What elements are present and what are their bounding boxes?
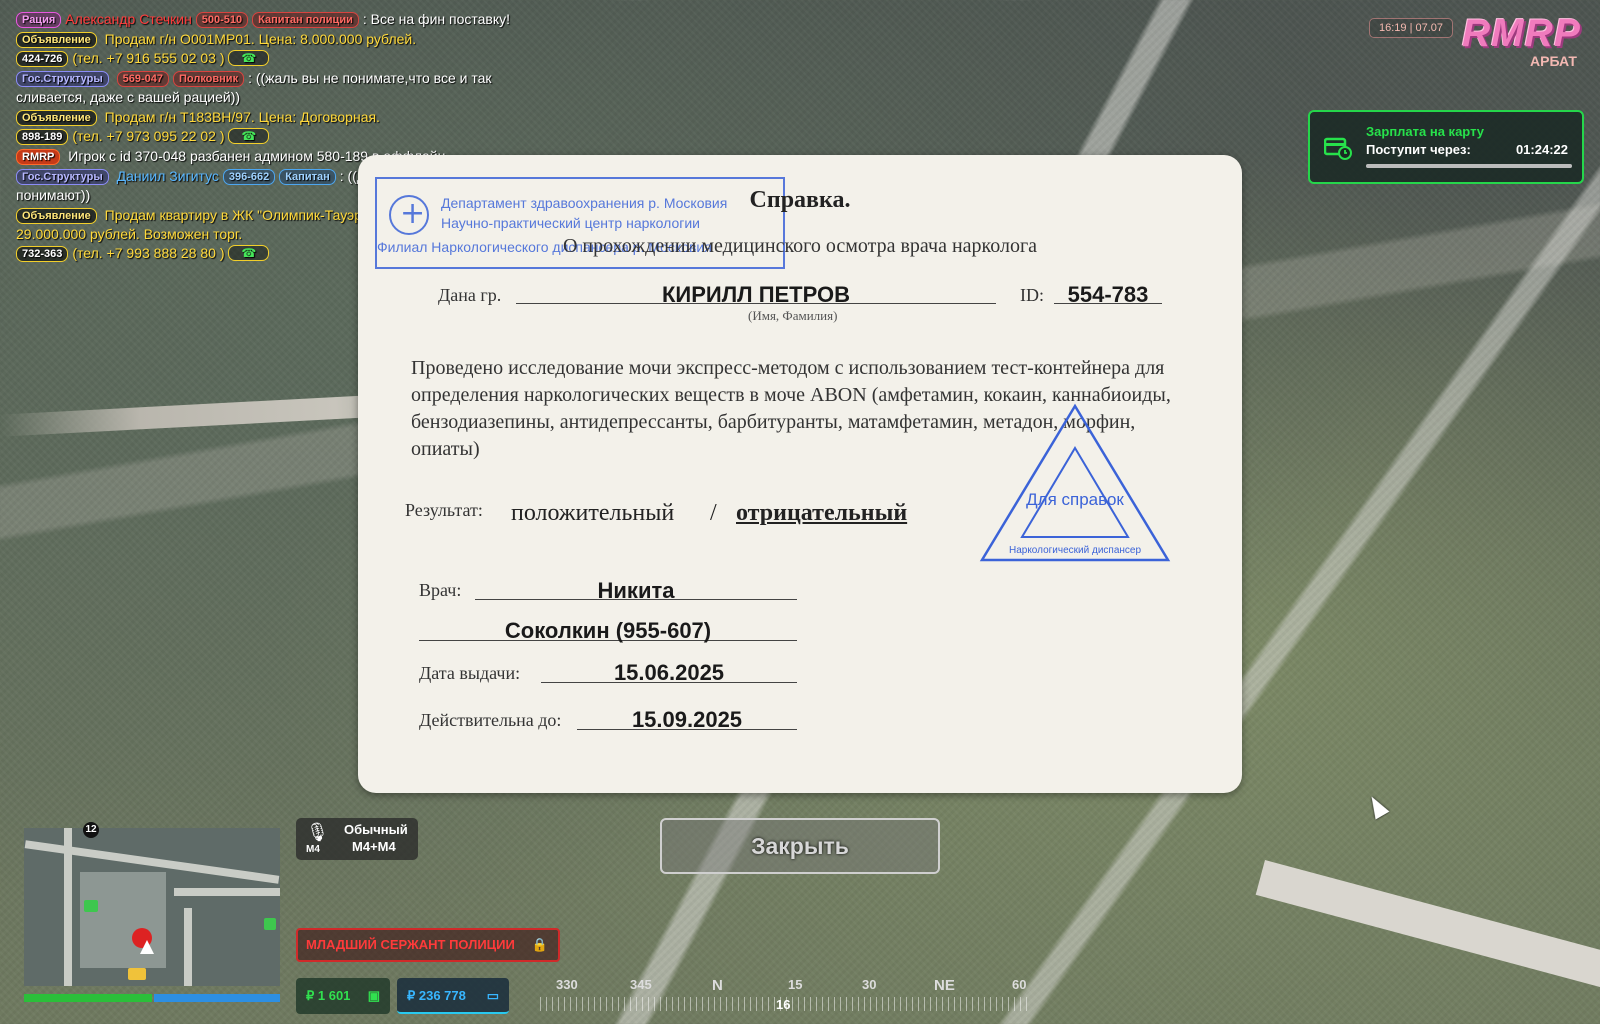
wallet-clock-icon [1324, 137, 1352, 160]
valid-until: 15.09.2025 [631, 707, 743, 732]
chat-tag: Гос.Структуры [16, 169, 109, 185]
lock-icon: 🔒 [531, 937, 548, 952]
map-road [64, 828, 72, 986]
compass-label: 15 [788, 977, 803, 992]
chat-author: Даниил Зигитус [116, 168, 219, 184]
chat-message: Объявление Продам г/н Т183ВН/97. Цена: Д… [16, 108, 536, 146]
id-card-icon [128, 968, 146, 980]
phone-call-icon[interactable]: ☎ [228, 245, 270, 261]
server-logo: RMRP [1462, 12, 1581, 55]
armor-bar [154, 994, 280, 1002]
card-icon: ▭ [486, 988, 499, 1003]
health-bar [24, 994, 152, 1002]
doctor-label: Врач: [419, 580, 462, 600]
result-positive: положительный [511, 500, 675, 526]
player-arrow-icon [140, 940, 154, 954]
chat-phone-id: 732-363 [16, 246, 69, 262]
voice-key: M4 [306, 844, 320, 855]
id-label: ID: [1020, 285, 1044, 305]
chat-text: : Все на фин поставку! [362, 11, 511, 27]
rank-label: МЛАДШИЙ СЕРЖАНТ ПОЛИЦИИ [306, 937, 515, 952]
chat-rank: Полковник [172, 71, 245, 87]
doctor-first-name: Никита [597, 578, 675, 603]
cash-amount: ₽ 1 601 [306, 988, 351, 1003]
chat-player-id: 396-662 [222, 169, 276, 185]
chat-tag: Объявление [16, 110, 97, 126]
document-subtitle: О прохождении медицинского осмотра врача… [562, 235, 1038, 257]
name-hint: (Имя, Фамилия) [748, 308, 838, 323]
compass: 330 345 N 15 30 NE 60 16 [540, 975, 1030, 1015]
chat-rank: Капитан полиции [252, 12, 359, 28]
wallet-icon: ▣ [367, 988, 380, 1003]
compass-label: 345 [630, 977, 652, 992]
chat-tag: RMRP [16, 149, 61, 165]
voice-mode-panel: 🎙 M4 Обычный M4+M4 [296, 818, 418, 860]
result-separator: / [710, 500, 717, 526]
map-zoom-badge: 12 [83, 822, 99, 838]
chat-tag: Рация [16, 12, 62, 28]
chat-phone-id: 424-726 [16, 51, 69, 67]
chat-message: Объявление Продам г/н О001МР01. Цена: 8.… [16, 30, 536, 68]
compass-label: 60 [1012, 977, 1027, 992]
server-name: АРБАТ [1530, 53, 1577, 69]
chat-tag: Объявление [16, 208, 97, 224]
chat-phone-id: 898-189 [16, 129, 69, 145]
cash-balance: ₽ 1 601 ▣ [296, 978, 390, 1014]
chat-player-id: 500-510 [195, 12, 249, 28]
document-title: Справка. [749, 187, 851, 213]
chat-tag: Гос.Структуры [16, 71, 109, 87]
bank-amount: ₽ 236 778 [407, 988, 466, 1003]
doctor-last-name: Соколкин (955-607) [504, 618, 712, 643]
chat-phone: (тел. +7 993 888 28 80 ) [72, 245, 225, 261]
phone-call-icon[interactable]: ☎ [228, 128, 270, 144]
voice-mode: Обычный [344, 822, 408, 837]
map-road [184, 908, 192, 986]
salary-panel: Зарплата на карту Поступит через: 01:24:… [1308, 110, 1584, 184]
patient-id: 554-783 [1067, 282, 1149, 307]
valid-until-label: Действительна до: [419, 710, 562, 730]
chat-message: Рация Александр Стечкин 500-510 Капитан по… [16, 10, 536, 29]
bag-icon [84, 900, 98, 912]
issue-date-label: Дата выдачи: [419, 663, 521, 683]
triangle-stamp: Для справок Наркологический диспансер [978, 400, 1172, 570]
bank-balance: ₽ 236 778 ▭ [397, 978, 509, 1014]
salary-timer: 01:24:22 [1515, 142, 1568, 157]
rank-badge: МЛАДШИЙ СЕРЖАНТ ПОЛИЦИИ 🔒 [296, 928, 560, 962]
salary-label: Поступит через: [1366, 142, 1471, 157]
phone-call-icon[interactable]: ☎ [228, 50, 270, 66]
stamp-line: Научно-практический центр наркологии [441, 215, 701, 231]
close-button[interactable]: Закрыть [660, 818, 940, 874]
chat-author: Александр Стечкин [65, 11, 192, 27]
map-road [174, 888, 280, 896]
voice-keys: M4+M4 [352, 839, 396, 854]
compass-label: NE [934, 977, 955, 994]
microphone-icon: 🎙 [306, 822, 329, 842]
salary-progress [1366, 164, 1572, 168]
triangle-stamp-text: Для справок [1026, 490, 1124, 509]
chat-text: Продам г/н О001МР01. Цена: 8.000.000 руб… [104, 31, 417, 47]
triangle-stamp-bottom: Наркологический диспансер [1008, 545, 1142, 556]
chat-player-id: 569-047 [116, 71, 169, 87]
salary-title: Зарплата на карту [1366, 124, 1484, 139]
patient-name: КИРИЛЛ ПЕТРОВ [661, 282, 851, 307]
compass-label: 330 [556, 977, 578, 992]
issued-to-label: Дана гр. [438, 285, 502, 305]
compass-label: N [712, 977, 723, 994]
result-label: Результат: [405, 500, 483, 520]
salary-progress-fill [1366, 164, 1572, 168]
marker-icon [264, 918, 276, 930]
issue-date: 15.06.2025 [613, 660, 725, 685]
chat-rank: Капитан [279, 169, 336, 185]
chat-message: Гос.Структуры 569-047 Полковник: ((жаль в… [16, 69, 536, 107]
compass-label: 30 [862, 977, 877, 992]
minimap[interactable] [24, 828, 280, 986]
chat-phone: (тел. +7 916 555 02 03 ) [72, 50, 225, 66]
chat-phone: (тел. +7 973 095 22 02 ) [72, 128, 225, 144]
medical-certificate: Департамент здравоохранения р. Московия … [358, 155, 1242, 793]
clock: 16:19 | 07.07 [1369, 18, 1453, 38]
chat-tag: Объявление [16, 32, 97, 48]
chat-text: Продам г/н Т183ВН/97. Цена: Договорная. [104, 109, 380, 125]
compass-heading: 16 [776, 997, 791, 1012]
result-negative: отрицательный [736, 500, 908, 526]
